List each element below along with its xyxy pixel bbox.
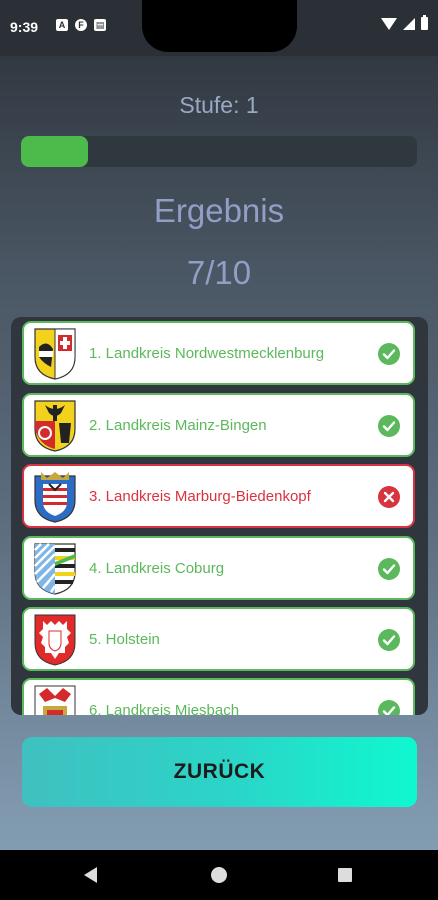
check-icon (378, 415, 400, 437)
marburg-biedenkopf-crest-icon (34, 472, 76, 523)
notification-a-icon: A (56, 19, 68, 31)
status-bar: 9:39 A F ▤ (0, 0, 438, 56)
navigation-bar (0, 850, 438, 900)
mainz-bingen-crest-icon (34, 400, 76, 452)
miesbach-crest-icon (34, 685, 76, 715)
wifi-icon (381, 17, 397, 30)
nav-back-icon[interactable] (84, 867, 97, 883)
list-item[interactable]: 4. Landkreis Coburg (22, 536, 415, 600)
list-item[interactable]: 2. Landkreis Mainz-Bingen (22, 393, 415, 457)
list-item[interactable]: 1. Landkreis Nordwestmecklenburg (22, 321, 415, 385)
camera-notch (142, 0, 297, 52)
sim-card-icon: ▤ (94, 19, 106, 31)
check-icon (378, 343, 400, 365)
cross-icon (378, 486, 400, 508)
back-button[interactable]: ZURÜCK (22, 737, 417, 807)
list-item[interactable]: 5. Holstein (22, 607, 415, 671)
item-label: 1. Landkreis Nordwestmecklenburg (89, 345, 325, 362)
notification-f-icon: F (75, 19, 87, 31)
result-title: Ergebnis (153, 192, 285, 229)
score: 7/10 (186, 254, 252, 291)
results-list[interactable]: 1. Landkreis Nordwestmecklenburg 2. Land… (11, 317, 428, 715)
check-icon (378, 700, 400, 715)
item-label: 4. Landkreis Coburg (89, 560, 225, 577)
item-label: 2. Landkreis Mainz-Bingen (89, 417, 267, 434)
progress-bar (21, 136, 417, 167)
nav-home-icon[interactable] (211, 867, 227, 883)
nav-recents-icon[interactable] (338, 868, 352, 882)
check-icon (378, 629, 400, 651)
coburg-crest-icon (34, 543, 76, 595)
list-item[interactable]: 3. Landkreis Marburg-Biedenkopf (22, 464, 415, 528)
status-time: 9:39 (10, 19, 39, 35)
notification-icons: A F ▤ (56, 19, 106, 31)
list-item[interactable]: 6. Landkreis Miesbach (22, 678, 415, 715)
battery-icon (421, 15, 428, 30)
signal-icon (403, 17, 415, 30)
item-label: 5. Holstein (89, 631, 160, 648)
holstein-crest-icon (34, 614, 76, 666)
item-label: 3. Landkreis Marburg-Biedenkopf (89, 488, 311, 505)
progress-fill (21, 136, 88, 167)
item-label: 6. Landkreis Miesbach (89, 702, 240, 715)
stage-label: Stufe: 1 (179, 92, 259, 118)
nordwestmecklenburg-crest-icon (34, 328, 76, 380)
check-icon (378, 558, 400, 580)
